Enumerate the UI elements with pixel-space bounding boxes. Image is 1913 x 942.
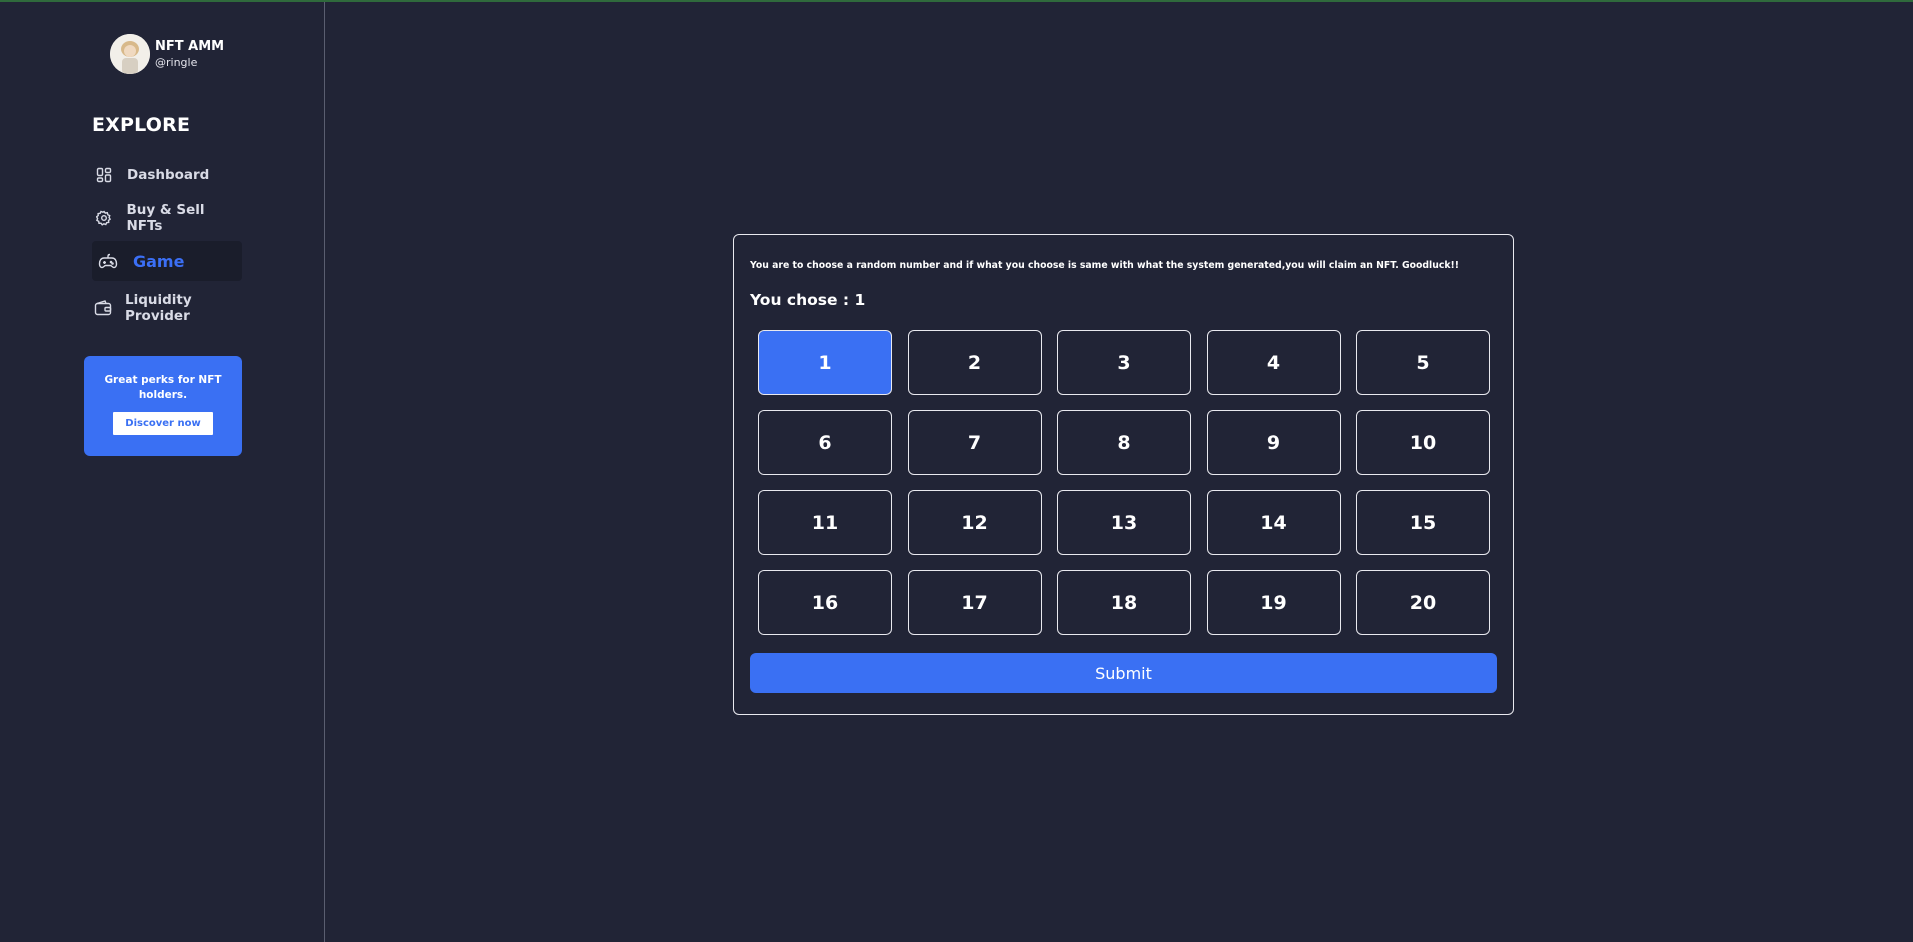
number-button-7[interactable]: 7 (907, 410, 1042, 475)
sidebar-item-buy-sell[interactable]: Buy & Sell NFTs (92, 198, 242, 238)
avatar (110, 34, 150, 74)
number-grid: 1 2 3 4 5 6 7 8 9 10 11 12 13 14 15 16 17 18 19 20 (758, 330, 1490, 635)
sidebar-item-game[interactable]: Game (92, 241, 242, 281)
avatar-image (110, 34, 150, 74)
number-button-9[interactable]: 9 (1206, 410, 1341, 475)
number-button-19[interactable]: 19 (1206, 570, 1341, 635)
chosen-number-label: You chose : 1 (750, 291, 866, 309)
gamepad-icon (98, 251, 118, 271)
number-button-5[interactable]: 5 (1356, 330, 1490, 395)
sidebar-item-dashboard[interactable]: Dashboard (92, 155, 242, 195)
number-button-18[interactable]: 18 (1057, 570, 1191, 635)
number-button-20[interactable]: 20 (1356, 570, 1490, 635)
number-button-13[interactable]: 13 (1057, 490, 1191, 555)
promo-card: Great perks for NFT holders. Discover no… (84, 356, 242, 456)
dashboard-icon (94, 165, 114, 185)
sidebar: NFT AMM @ringle EXPLORE Dashboard Buy & … (0, 2, 325, 942)
explore-heading: EXPLORE (92, 114, 191, 136)
profile-name: NFT AMM (155, 39, 225, 54)
game-card: You are to choose a random number and if… (733, 234, 1514, 715)
number-button-14[interactable]: 14 (1206, 490, 1341, 555)
number-button-4[interactable]: 4 (1206, 330, 1341, 395)
number-button-11[interactable]: 11 (758, 490, 892, 555)
sidebar-item-liquidity[interactable]: Liquidity Provider (92, 288, 242, 328)
number-button-6[interactable]: 6 (758, 410, 892, 475)
number-button-1[interactable]: 1 (758, 330, 892, 395)
number-button-15[interactable]: 15 (1356, 490, 1490, 555)
sidebar-item-label: Liquidity Provider (125, 292, 192, 324)
number-button-12[interactable]: 12 (907, 490, 1042, 555)
submit-button[interactable]: Submit (750, 653, 1497, 693)
sidebar-item-label: Buy & Sell NFTs (126, 202, 205, 234)
wallet-icon (94, 298, 112, 318)
discover-now-button[interactable]: Discover now (113, 412, 213, 435)
number-button-3[interactable]: 3 (1057, 330, 1191, 395)
number-button-2[interactable]: 2 (907, 330, 1042, 395)
number-button-17[interactable]: 17 (907, 570, 1042, 635)
number-button-10[interactable]: 10 (1356, 410, 1490, 475)
settings-icon (94, 208, 113, 228)
sidebar-item-label: Game (133, 251, 185, 271)
profile[interactable]: NFT AMM @ringle (110, 34, 224, 74)
number-button-16[interactable]: 16 (758, 570, 892, 635)
game-instructions: You are to choose a random number and if… (750, 260, 1460, 271)
sidebar-item-label: Dashboard (127, 167, 210, 183)
profile-handle: @ringle (155, 56, 198, 69)
number-button-8[interactable]: 8 (1057, 410, 1191, 475)
promo-text: Great perks for NFT holders. (104, 374, 222, 401)
